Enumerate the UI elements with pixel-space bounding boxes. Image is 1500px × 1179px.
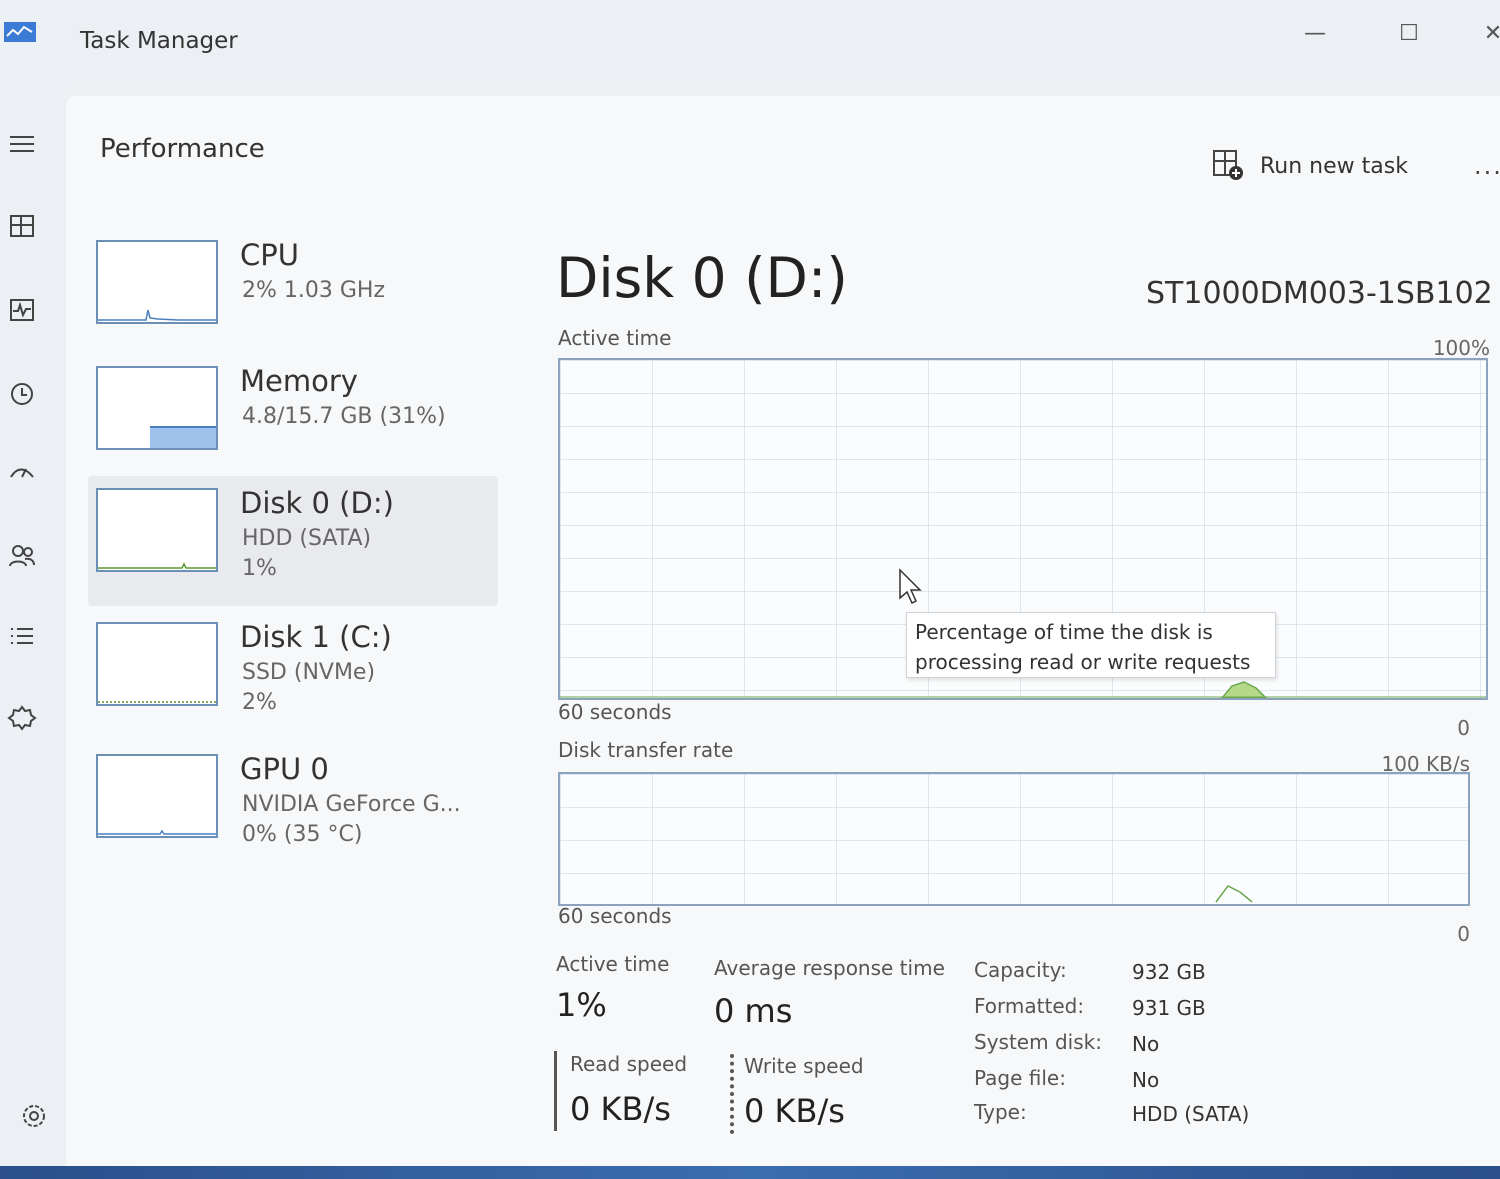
device-item-cpu[interactable]: CPU 2% 1.03 GHz: [96, 238, 496, 348]
run-task-icon: [1213, 150, 1243, 180]
more-options-button[interactable]: ...: [1474, 152, 1500, 180]
avg-response-label: Average response time: [714, 956, 945, 980]
property-value: 931 GB: [1132, 996, 1206, 1020]
run-new-task-button[interactable]: Run new task: [1212, 146, 1408, 186]
write-speed-value: 0 KB/s: [744, 1092, 845, 1130]
memory-usage-fill: [150, 426, 216, 448]
transfer-rate-graph-label: Disk transfer rate: [558, 738, 734, 762]
taskbar: [0, 1166, 1500, 1179]
page-title: Performance: [100, 134, 265, 164]
gpu-thumbnail-graph: [96, 754, 218, 838]
users-icon[interactable]: [2, 536, 42, 576]
disk-title: Disk 0 (D:): [556, 246, 848, 310]
memory-thumbnail-graph: [96, 366, 218, 450]
device-detail: 4.8/15.7 GB (31%): [242, 404, 446, 429]
device-name: Disk 0 (D:): [240, 486, 394, 520]
graph-tooltip: Percentage of time the disk is processin…: [906, 612, 1276, 678]
property-key: Page file:: [974, 1066, 1066, 1090]
menu-icon[interactable]: [2, 124, 42, 164]
active-time-graph-span: 60 seconds: [558, 700, 672, 724]
processes-icon[interactable]: [2, 206, 42, 246]
device-name: GPU 0: [240, 752, 329, 786]
property-value: HDD (SATA): [1132, 1102, 1250, 1126]
close-button[interactable]: ✕: [1470, 14, 1500, 54]
tooltip-line-1: Percentage of time the disk is: [915, 620, 1213, 644]
tooltip-line-2: processing read or write requests: [915, 650, 1251, 674]
disk-model: ST1000DM003-1SB102: [1146, 276, 1493, 311]
device-usage: 1%: [242, 556, 277, 581]
details-icon[interactable]: [2, 616, 42, 656]
performance-page: Performance Run new task ... CPU 2% 1.03…: [66, 96, 1500, 1176]
property-key: Capacity:: [974, 958, 1067, 982]
active-time-value: 1%: [556, 986, 607, 1024]
device-name: Memory: [240, 364, 358, 398]
device-usage: 2%: [242, 690, 277, 715]
maximize-button[interactable]: ☐: [1386, 14, 1432, 54]
avg-response-value: 0 ms: [714, 992, 793, 1030]
device-detail: 2% 1.03 GHz: [242, 278, 386, 303]
title-bar: Task Manager — ☐ ✕: [0, 0, 1500, 86]
device-item-gpu-0[interactable]: GPU 0 NVIDIA GeForce G... 0% (35 °C): [96, 752, 496, 862]
active-time-graph-label: Active time: [558, 326, 672, 350]
property-key: Formatted:: [974, 994, 1085, 1018]
active-time-graph-min: 0: [1457, 716, 1470, 740]
read-speed-label: Read speed: [570, 1052, 688, 1076]
transfer-rate-graph[interactable]: [558, 772, 1470, 906]
active-time-graph-max: 100%: [1432, 336, 1490, 360]
performance-icon[interactable]: [2, 290, 42, 330]
read-speed-value: 0 KB/s: [570, 1090, 671, 1128]
navigation-rail: [0, 86, 66, 1166]
device-usage: 0% (35 °C): [242, 822, 363, 847]
mouse-cursor-icon: [899, 568, 922, 605]
app-history-icon[interactable]: [2, 374, 42, 414]
device-item-memory[interactable]: Memory 4.8/15.7 GB (31%): [96, 364, 496, 474]
device-detail: NVIDIA GeForce G...: [242, 792, 461, 817]
property-value: No: [1132, 1068, 1160, 1092]
device-detail: HDD (SATA): [242, 526, 372, 551]
transfer-rate-graph-span: 60 seconds: [558, 904, 672, 928]
property-key: System disk:: [974, 1030, 1102, 1054]
run-new-task-label: Run new task: [1260, 153, 1408, 179]
write-speed-label: Write speed: [744, 1054, 864, 1078]
device-name: Disk 1 (C:): [240, 620, 392, 654]
settings-icon[interactable]: [14, 1096, 54, 1136]
property-value: No: [1132, 1032, 1160, 1056]
window-title: Task Manager: [80, 28, 238, 54]
services-icon[interactable]: [2, 698, 42, 738]
write-speed-marker: [730, 1054, 734, 1134]
device-detail: SSD (NVMe): [242, 660, 376, 685]
device-item-disk-1[interactable]: Disk 1 (C:) SSD (NVMe) 2%: [96, 620, 496, 730]
active-time-label: Active time: [556, 952, 670, 976]
transfer-rate-graph-min: 0: [1457, 922, 1470, 946]
task-manager-app-icon: [4, 22, 36, 42]
read-speed-marker: [554, 1051, 557, 1131]
disk0-thumbnail-graph: [96, 488, 218, 572]
cpu-thumbnail-graph: [96, 240, 218, 324]
device-item-disk-0[interactable]: Disk 0 (D:) HDD (SATA) 1%: [96, 486, 496, 596]
disk1-thumbnail-graph: [96, 622, 218, 706]
transfer-rate-spike: [1215, 885, 1253, 903]
property-value: 932 GB: [1132, 960, 1206, 984]
minimize-button[interactable]: —: [1292, 14, 1338, 54]
property-key: Type:: [974, 1100, 1027, 1124]
device-name: CPU: [240, 238, 299, 272]
startup-icon[interactable]: [2, 454, 42, 494]
active-time-spike: [1221, 681, 1268, 698]
